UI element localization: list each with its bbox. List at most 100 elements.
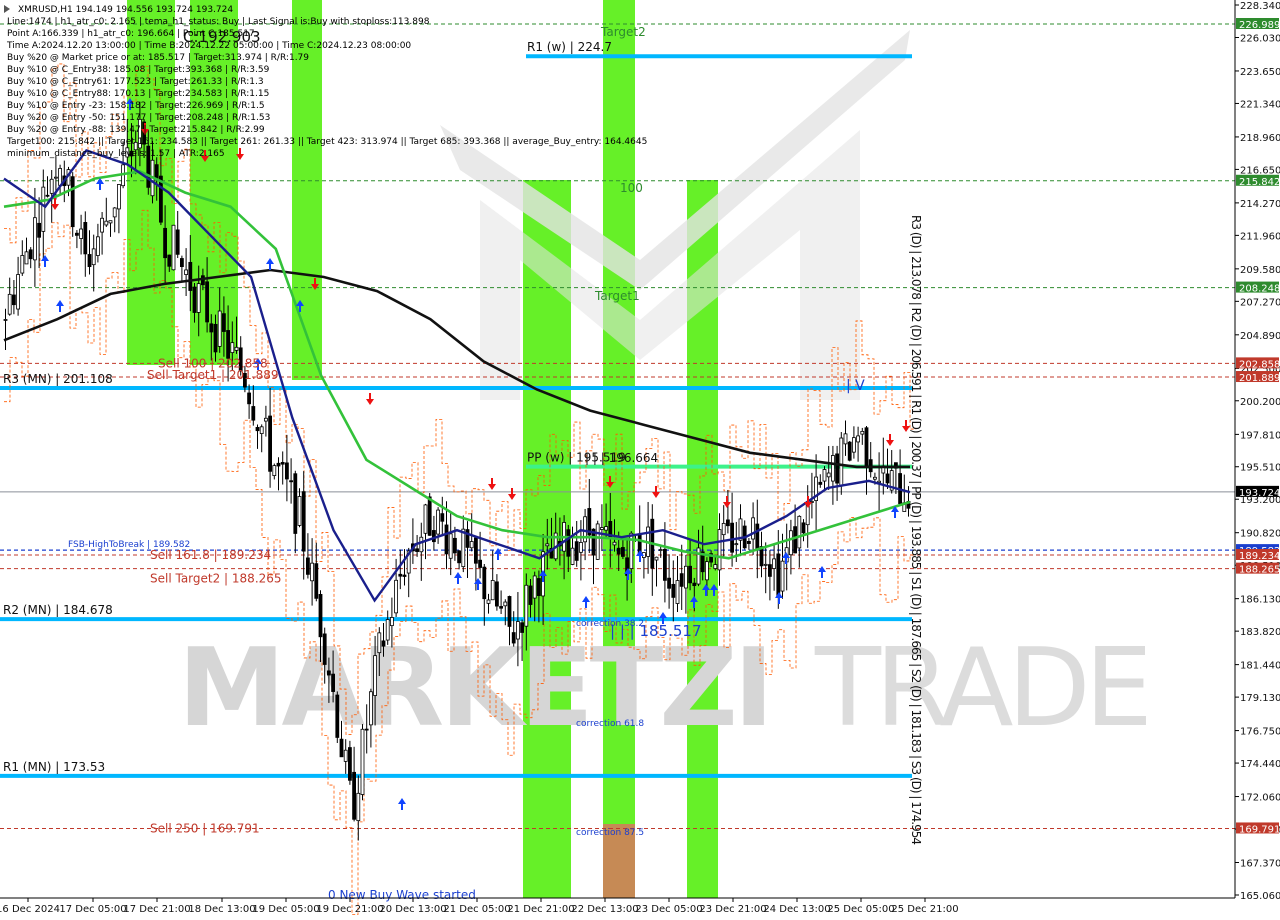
candle-body (175, 229, 180, 255)
info-line: Buy %10 @ Entry -23: 158.182 | Target:22… (7, 101, 265, 111)
price-chart[interactable]: MARKETZI TRADE R3 (MN) | 201.108 R2 (MN) |… (0, 0, 1280, 920)
candle-body (490, 580, 495, 601)
watermark-left: MARKETZI (178, 626, 770, 751)
candle-body (104, 220, 109, 226)
candle-body (163, 227, 168, 259)
candle-body (658, 549, 663, 551)
y-tick-label: 221.340 (1240, 99, 1280, 110)
candle-body (730, 522, 734, 553)
y-tick-label: 195.510 (1240, 463, 1280, 474)
candle-body (16, 274, 21, 310)
candle-body (230, 342, 235, 353)
y-tick-label: 200.200 (1240, 397, 1280, 408)
info-line: Buy %20 @ Entry -50: 151.177 | Target:20… (7, 113, 270, 123)
x-tick-label: 25 Dec 05:00 (827, 904, 894, 915)
candle-body (339, 738, 344, 758)
price-tag-label: 201.889 (1239, 373, 1280, 384)
candle-body (100, 217, 104, 233)
candle-body (251, 406, 256, 421)
candle-body (377, 632, 382, 654)
correction-875-label: correction 87.5 (576, 828, 644, 838)
info-line: Time A:2024.12.20 13:00:00 | Time B:2024… (6, 41, 411, 51)
candle-body (469, 541, 474, 549)
candle-body (524, 584, 529, 627)
x-tick-label: 23 Dec 05:00 (635, 904, 702, 915)
info-line: minimum_distance_buy_levels: 1.57 | ATR:… (7, 149, 225, 159)
x-tick-label: 22 Dec 13:00 (571, 904, 638, 915)
x-tick-label: 17 Dec 21:00 (123, 904, 190, 915)
candle-body (763, 563, 768, 566)
candle-body (440, 513, 445, 522)
candle-body (654, 556, 659, 561)
y-tick-label: 179.130 (1240, 693, 1280, 704)
candle-body (398, 573, 403, 577)
candle-body (860, 430, 865, 435)
candle-body (7, 293, 12, 315)
candle-body (343, 749, 348, 762)
candle-body (595, 523, 600, 560)
candle-body (209, 323, 214, 333)
info-line: Buy %10 @ C_Entry38: 185.08 | Target:393… (7, 65, 270, 75)
correction-618-label: correction 61.8 (576, 719, 644, 729)
candle-body (192, 286, 197, 313)
target1-label: Target1 (594, 289, 640, 303)
info-line: Buy %20 @ Market price or at: 185.517 | … (7, 53, 309, 63)
candle-body (486, 599, 491, 604)
candle-body (789, 530, 793, 556)
candle-body (83, 222, 88, 255)
candle-body (713, 564, 718, 569)
candle-body (797, 515, 802, 549)
candle-body (679, 573, 684, 587)
y-tick-label: 176.750 (1240, 727, 1280, 738)
y-tick-label: 165.060 (1240, 891, 1280, 902)
candle-body (801, 522, 806, 534)
candle-body (79, 228, 83, 239)
candle-body (444, 524, 449, 555)
y-tick-label: 204.890 (1240, 331, 1280, 342)
candle-body (856, 435, 860, 443)
candle-body (112, 207, 117, 218)
candle-body (873, 476, 877, 480)
candle-body (818, 481, 823, 485)
candle-body (835, 453, 839, 484)
pivot-label: R1 (MN) | 173.53 (3, 760, 105, 774)
candle-body (545, 543, 550, 547)
symbol-line: XMRUSD,H1 194.149 194.556 193.724 193.72… (18, 5, 233, 15)
candle-body (419, 536, 424, 553)
candle-body (196, 283, 201, 313)
candle-body (667, 577, 671, 589)
candle-body (28, 249, 33, 260)
candle-body (503, 601, 508, 607)
y-tick-label: 190.820 (1240, 529, 1280, 540)
y-tick-label: 209.580 (1240, 265, 1280, 276)
candle-body (499, 606, 504, 609)
candle-body (335, 694, 340, 738)
candle-body (671, 583, 676, 598)
candle-body (448, 533, 453, 559)
x-tick-label: 19 Dec 05:00 (252, 904, 319, 915)
candle-body (604, 526, 608, 531)
candle-body (570, 547, 575, 565)
candle-body (263, 417, 268, 422)
y-tick-label: 172.060 (1240, 793, 1280, 804)
candle-body (402, 574, 407, 577)
sell-label: Sell Target1 | 201.889 (147, 368, 279, 382)
y-tick-label: 167.370 (1240, 859, 1280, 870)
x-tick-label: 23 Dec 21:00 (699, 904, 766, 915)
candle-body (188, 261, 193, 291)
candle-body (717, 529, 722, 571)
candle-body (885, 473, 890, 484)
candle-body (255, 427, 260, 432)
candle-body (45, 194, 50, 197)
candle-body (826, 472, 831, 478)
target2-label: Target2 (600, 25, 646, 39)
candle-body (843, 433, 848, 445)
candle-body (537, 578, 541, 596)
y-tick-label: 197.810 (1240, 430, 1280, 441)
candle-body (461, 528, 466, 568)
x-tick-label: 21 Dec 05:00 (443, 904, 510, 915)
candle-body (381, 640, 386, 647)
price-tag-label: 188.265 (1239, 565, 1280, 576)
price-tag-label: 202.858 (1239, 359, 1280, 370)
candle-body (356, 792, 361, 822)
